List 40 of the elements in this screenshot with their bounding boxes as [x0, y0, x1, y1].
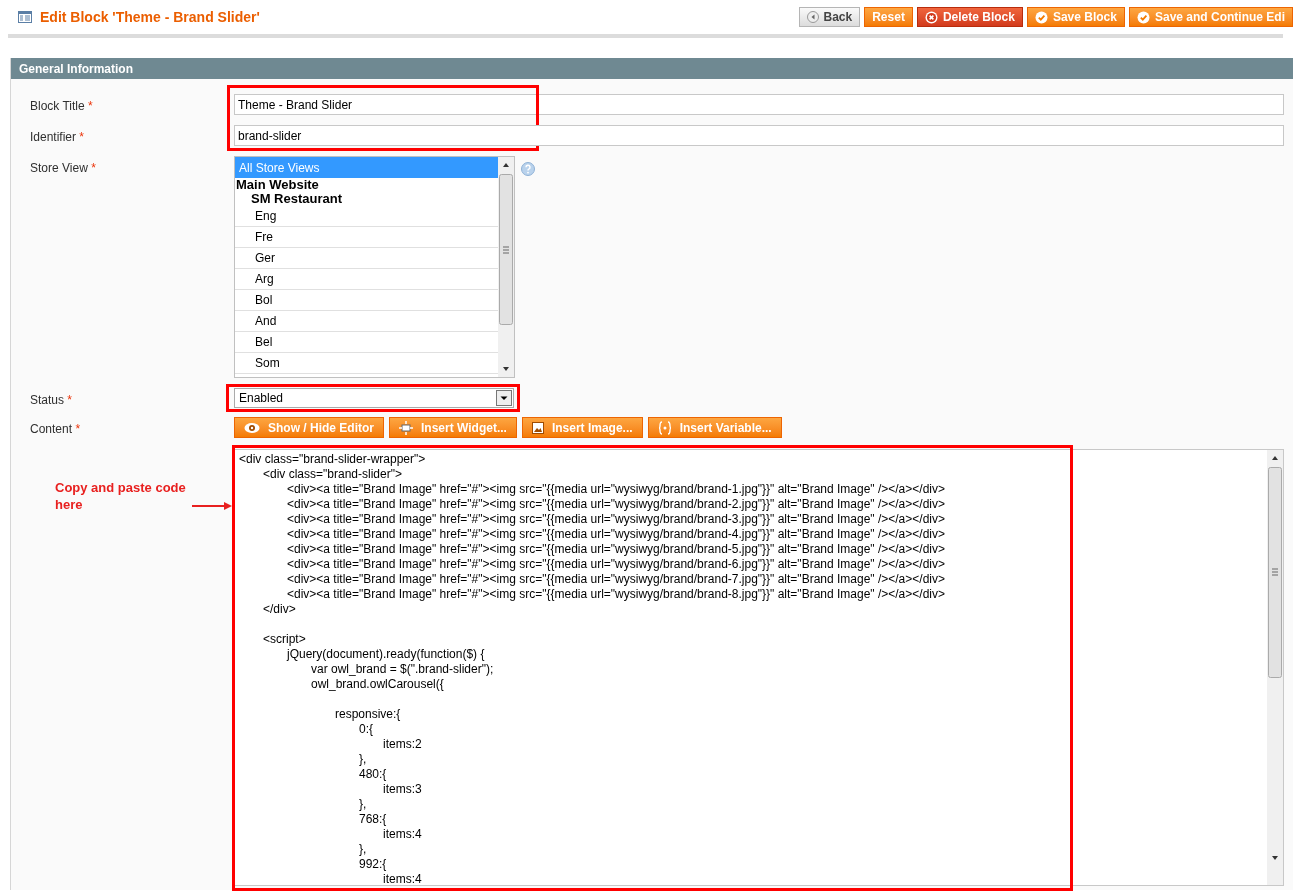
- grid-icon: [18, 11, 32, 23]
- group-label: Main Website: [235, 178, 320, 192]
- help-icon[interactable]: [521, 162, 535, 176]
- list-option[interactable]: Ger: [235, 248, 498, 269]
- required-mark: *: [67, 393, 73, 407]
- status-dropdown[interactable]: Enabled: [234, 388, 514, 408]
- required-mark: *: [88, 99, 93, 113]
- group-label: SM Restaurant: [250, 192, 344, 206]
- list-option[interactable]: Bel: [235, 332, 498, 353]
- delete-icon: [924, 10, 938, 24]
- field-label: Store View: [30, 161, 89, 175]
- page-title: Edit Block 'Theme - Brand Slider': [40, 7, 260, 27]
- list-option[interactable]: And: [235, 311, 498, 332]
- eye-icon: [244, 421, 260, 434]
- field-label: Status: [30, 393, 66, 407]
- image-icon: [531, 421, 544, 434]
- section-header: General Information: [11, 58, 1293, 79]
- checkmark-icon: [1136, 10, 1150, 24]
- checkmark-icon: [1034, 10, 1048, 24]
- list-option[interactable]: Bol: [235, 290, 498, 311]
- text-field[interactable]: Theme - Brand Slider: [234, 94, 1284, 115]
- dropdown-value: Enabled: [239, 390, 284, 407]
- required-mark: *: [75, 422, 81, 436]
- widget-icon: [399, 420, 413, 435]
- list-option[interactable]: Fre: [235, 227, 498, 248]
- field-label: Content: [30, 422, 74, 436]
- text-field[interactable]: brand-slider: [234, 125, 1284, 146]
- annotation-note: Copy and paste code here: [55, 479, 187, 513]
- field-label: Block Title: [30, 99, 86, 113]
- arrow-drawing: [192, 502, 232, 510]
- required-mark: *: [79, 130, 85, 144]
- braces-icon: [657, 420, 672, 435]
- toolbar-button[interactable]: Delete Block: [916, 7, 1023, 27]
- required-mark: *: [91, 161, 96, 175]
- toolbar-button[interactable]: Back: [798, 7, 861, 27]
- list-option[interactable]: Eng: [235, 206, 498, 227]
- list-option[interactable]: Arg: [235, 269, 498, 290]
- field-label: Identifier: [30, 130, 78, 144]
- store-view-list[interactable]: All Store Views Main Website SM Restaurant Eng Fre Ger Arg Bol And Bel Som: [234, 156, 515, 378]
- list-option[interactable]: Som: [235, 353, 498, 374]
